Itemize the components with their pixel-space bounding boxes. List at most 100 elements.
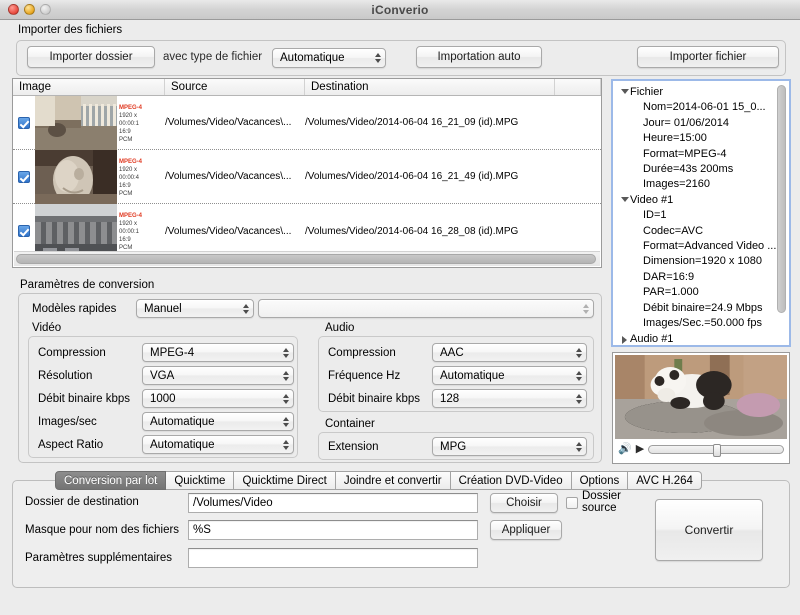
metadata-tree-list: Fichier Nom=2014-06-01 15_0... Jour= 01/… [613, 81, 789, 346]
video-aspect-dropdown[interactable]: Automatique [142, 435, 294, 454]
choose-folder-button[interactable]: Choisir [490, 493, 558, 513]
checkbox-checked-icon[interactable] [18, 116, 30, 129]
row-checkbox-cell[interactable] [13, 96, 35, 149]
video-framerate-dropdown[interactable]: Automatique [142, 412, 294, 431]
video-resolution-dropdown[interactable]: VGA [142, 366, 294, 385]
row-format: MPEG-4 [119, 158, 143, 165]
dest-folder-value: /Volumes/Video [193, 497, 273, 509]
metadata-tree-panel[interactable]: Fichier Nom=2014-06-01 15_0... Jour= 01/… [611, 79, 791, 347]
mask-input[interactable]: %S [188, 520, 478, 540]
audio-compression-dropdown[interactable]: AAC [432, 343, 587, 362]
source-folder-checkbox-label: Dossier source [582, 490, 621, 514]
play-icon[interactable]: ▶ [636, 443, 644, 455]
video-compression-dropdown[interactable]: MPEG-4 [142, 343, 294, 362]
dest-folder-input[interactable]: /Volumes/Video [188, 493, 478, 513]
metadata-group-video[interactable]: Video #1 [613, 193, 789, 208]
metadata-group-fichier[interactable]: Fichier [613, 85, 789, 100]
row-checkbox-cell[interactable] [13, 150, 35, 203]
import-section-title: Importer des fichiers [18, 24, 123, 36]
video-bitrate-value: 1000 [150, 392, 176, 405]
metadata-item: Format=MPEG-4 [643, 147, 727, 160]
convert-button[interactable]: Convertir [655, 499, 763, 561]
scrollbar-thumb[interactable] [16, 254, 597, 264]
table-horizontal-scrollbar[interactable] [14, 251, 600, 266]
title-bar: iConverio [0, 0, 800, 20]
metadata-group-audio[interactable]: Audio #1 [613, 332, 789, 346]
mask-label-wrap: Masque pour nom des fichiers [25, 524, 179, 536]
checkbox-checked-icon[interactable] [18, 225, 30, 237]
metadata-item: Codec=AVC [643, 224, 704, 237]
tab-avc-h264[interactable]: AVC H.264 [628, 471, 702, 490]
conversion-section-title: Paramètres de conversion [20, 279, 155, 291]
video-compression-row: Compression MPEG-4 [38, 343, 294, 362]
import-folder-button[interactable]: Importer dossier [27, 46, 155, 68]
column-header-source[interactable]: Source [165, 79, 305, 95]
row-metadata-cell: MPEG-4 1920 x 00:00:1 16:9 PCM [117, 204, 165, 251]
table-row[interactable]: MPEG-4 1920 x 00:00:1 16:9 PCM /Volumes/… [13, 96, 601, 150]
row-width: 1920 x [119, 221, 138, 227]
row-destination-path: /Volumes/Video/2014-06-04 16_21_09 (id).… [305, 117, 519, 128]
speaker-icon[interactable]: 🔊 [618, 443, 632, 455]
triangle-down-icon[interactable] [619, 89, 630, 94]
video-framerate-row: Images/sec Automatique [38, 412, 294, 431]
metadata-vertical-scrollbar[interactable] [776, 83, 787, 343]
video-bitrate-dropdown[interactable]: 1000 [142, 389, 294, 408]
file-list-table[interactable]: Image Source Destination MPEG-4 1920 x 0… [12, 78, 602, 268]
chevron-updown-icon [243, 303, 249, 314]
row-destination-path: /Volumes/Video/2014-06-04 16_28_08 (id).… [305, 225, 519, 237]
container-extension-dropdown[interactable]: MPG [432, 437, 587, 456]
table-body: MPEG-4 1920 x 00:00:1 16:9 PCM /Volumes/… [13, 96, 601, 251]
import-file-button[interactable]: Importer fichier [637, 46, 779, 68]
row-metadata-cell: MPEG-4 1920 x 00:00:1 16:9 PCM [117, 96, 165, 149]
tab-conversion-par-lot[interactable]: Conversion par lot [55, 471, 167, 490]
extra-params-label-wrap: Paramètres supplémentaires [25, 552, 172, 564]
presets-value: Manuel [144, 302, 182, 315]
tab-creation-dvd-video[interactable]: Création DVD-Video [450, 471, 572, 490]
apply-mask-button[interactable]: Appliquer [490, 520, 562, 540]
chevron-updown-icon [576, 370, 582, 381]
table-row[interactable]: MPEG-4 1920 x 00:00:1 16:9 PCM /Volumes/… [13, 204, 601, 251]
table-row[interactable]: MPEG-4 1920 x 00:00:4 16:9 PCM /Volumes/… [13, 149, 601, 204]
preview-scrubber[interactable] [648, 443, 784, 457]
video-preview-panel[interactable]: 🔊 ▶ [612, 352, 790, 464]
video-aspect-value: Automatique [150, 438, 215, 451]
scrollbar-thumb[interactable] [777, 85, 786, 313]
extra-params-input[interactable] [188, 548, 478, 568]
audio-compression-value: AAC [440, 346, 464, 359]
video-framerate-label: Images/sec [38, 415, 97, 428]
source-folder-checkbox[interactable] [566, 497, 578, 509]
audio-bitrate-dropdown[interactable]: 128 [432, 389, 587, 408]
tab-joindre-et-convertir[interactable]: Joindre et convertir [335, 471, 451, 490]
file-type-label: avec type de fichier [163, 51, 263, 63]
dest-folder-label-wrap: Dossier de destination [25, 496, 139, 508]
metadata-item: Jour= 01/06/2014 [643, 116, 729, 129]
row-checkbox-cell[interactable] [13, 204, 35, 251]
presets-secondary-dropdown[interactable] [258, 299, 594, 318]
row-aspect: 16:9 [119, 237, 131, 243]
metadata-item: Heure=15:00 [643, 132, 707, 145]
metadata-item: Images=2160 [643, 178, 710, 191]
checkbox-checked-icon[interactable] [18, 170, 30, 183]
row-thumbnail-cell [35, 96, 117, 150]
column-header-image[interactable]: Image [13, 79, 165, 95]
presets-row: Modèles rapides Manuel [32, 299, 292, 318]
auto-import-button[interactable]: Importation auto [416, 46, 542, 68]
scrubber-knob[interactable] [713, 443, 722, 457]
triangle-right-icon[interactable] [619, 335, 630, 344]
extra-params-label: Paramètres supplémentaires [25, 552, 173, 564]
tab-quicktime-direct[interactable]: Quicktime Direct [234, 471, 336, 490]
tab-quicktime[interactable]: Quicktime [166, 471, 235, 490]
triangle-down-icon[interactable] [619, 196, 630, 202]
file-type-dropdown[interactable]: Automatique [272, 48, 386, 68]
row-duration: 00:00:1 [119, 120, 140, 127]
tab-options[interactable]: Options [571, 471, 629, 490]
metadata-item: PAR=1.000 [643, 286, 699, 299]
chevron-updown-icon [576, 441, 582, 452]
video-resolution-value: VGA [150, 369, 175, 382]
audio-frequency-dropdown[interactable]: Automatique [432, 366, 587, 385]
row-audio: PCM [119, 245, 133, 251]
column-header-destination[interactable]: Destination [305, 79, 555, 95]
audio-bitrate-value: 128 [440, 392, 460, 405]
presets-dropdown[interactable]: Manuel [136, 299, 254, 318]
metadata-item: Images/Sec.=50.000 fps [643, 317, 762, 330]
